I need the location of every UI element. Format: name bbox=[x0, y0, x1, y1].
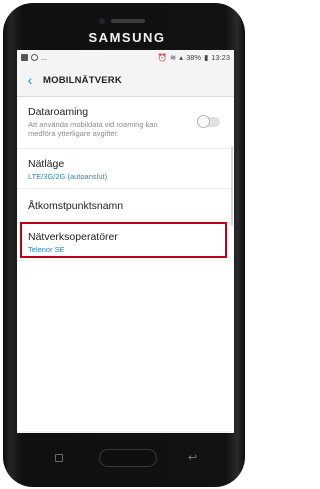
status-right: ⏰ ≋ ▴ 38% ▮ 13:23 bbox=[158, 53, 230, 62]
empty-area bbox=[17, 261, 234, 431]
setting-title: Nätverksoperatörer bbox=[28, 231, 118, 243]
page-title: MOBILNÄTVERK bbox=[43, 74, 122, 86]
setting-natlage[interactable]: Nätläge LTE/3G/2G (autoanslut) bbox=[17, 149, 234, 189]
image-icon bbox=[21, 53, 28, 61]
setting-atkomstpunktsnamn[interactable]: Åtkomstpunktsnamn bbox=[17, 189, 234, 223]
brand-logo: SAMSUNG bbox=[88, 30, 166, 45]
status-ellipsis: ... bbox=[41, 52, 48, 62]
setting-natverksoperatorer[interactable]: Nätverksoperatörer Telenor SE bbox=[17, 223, 234, 261]
front-camera bbox=[99, 18, 105, 24]
setting-value: LTE/3G/2G (autoanslut) bbox=[28, 172, 108, 181]
wifi-icon: ≋ bbox=[170, 52, 177, 62]
recent-apps-icon[interactable] bbox=[55, 454, 63, 462]
back-arrow-icon[interactable]: ‹ bbox=[17, 64, 43, 96]
phone-icon bbox=[31, 53, 38, 61]
toggle-knob bbox=[197, 115, 210, 128]
battery-icon: ▮ bbox=[204, 52, 209, 62]
settings-list: Dataroaming Att använda mobildata vid ro… bbox=[17, 97, 234, 431]
setting-title: Åtkomstpunktsnamn bbox=[28, 200, 124, 212]
setting-subtitle: Att använda mobildata vid roaming kan me… bbox=[28, 120, 158, 138]
signal-icon: ▴ bbox=[179, 52, 184, 62]
back-key-icon[interactable]: ↩ bbox=[188, 451, 197, 464]
setting-value: Telenor SE bbox=[28, 245, 65, 254]
screen: ... ⏰ ≋ ▴ 38% ▮ 13:23 ‹ MOBILNÄTVERK Dat… bbox=[17, 50, 234, 433]
app-bar: ‹ MOBILNÄTVERK bbox=[17, 64, 234, 97]
alarm-icon: ⏰ bbox=[157, 52, 167, 62]
setting-title: Dataroaming bbox=[28, 106, 89, 118]
dataroaming-toggle[interactable] bbox=[197, 115, 220, 128]
clock: 13:23 bbox=[211, 52, 230, 62]
earpiece-speaker bbox=[111, 19, 145, 23]
status-bar: ... ⏰ ≋ ▴ 38% ▮ 13:23 bbox=[17, 50, 234, 64]
scrollbar[interactable] bbox=[231, 146, 233, 226]
battery-percent: 38% bbox=[186, 52, 202, 62]
status-left: ... bbox=[21, 53, 47, 62]
setting-title: Nätläge bbox=[28, 158, 65, 170]
setting-dataroaming[interactable]: Dataroaming Att använda mobildata vid ro… bbox=[17, 97, 234, 149]
home-button[interactable] bbox=[99, 449, 157, 467]
